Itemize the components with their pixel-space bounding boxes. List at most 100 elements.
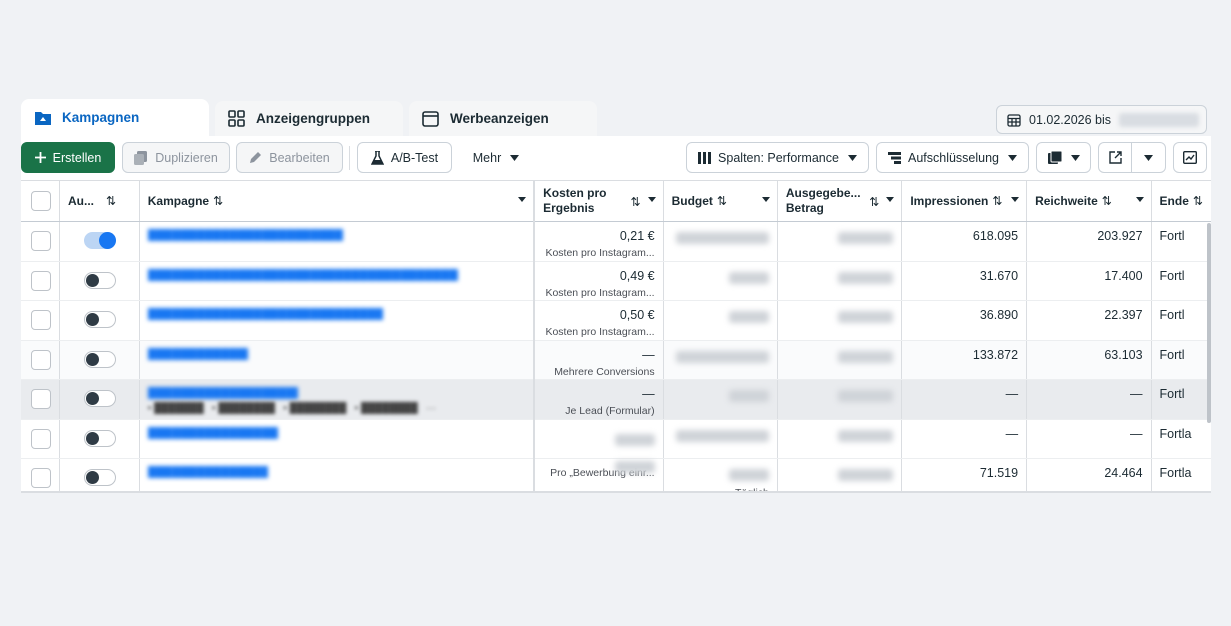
table-row[interactable]: ████████████████████████████████████████… <box>21 221 1211 262</box>
reach-value: 203.927 <box>1026 221 1152 262</box>
campaign-name-redacted[interactable]: ████████████████████████████████████████… <box>148 229 343 241</box>
row-checkbox[interactable] <box>31 270 51 291</box>
header-end[interactable]: Ende ⇅ <box>1151 180 1211 222</box>
header-budget[interactable]: Budget ⇅ <box>663 180 778 222</box>
sort-icon[interactable]: ⇅ <box>631 195 641 210</box>
columns-dropdown[interactable]: Spalten: Performance <box>686 142 869 173</box>
row-checkbox[interactable] <box>31 231 51 251</box>
vertical-scrollbar[interactable] <box>1207 223 1211 423</box>
table-row[interactable]: ████████████████████████████████████████… <box>21 300 1211 341</box>
spent-redacted <box>838 390 894 402</box>
tab-kampagnen[interactable]: Kampagnen <box>21 99 209 136</box>
end-value: Fortl <box>1151 340 1211 380</box>
sort-icon[interactable]: ⇅ <box>1193 194 1203 208</box>
reports-dropdown[interactable] <box>1036 142 1091 173</box>
ab-test-button[interactable]: A/B-Test <box>357 142 452 173</box>
campaign-name-redacted[interactable]: ████████████████████████████████████████… <box>148 348 248 360</box>
folder-icon <box>33 108 52 127</box>
header-cost-per-result[interactable]: Kosten pro Ergebnis ⇅ <box>533 180 664 222</box>
row-budget-cell <box>663 261 778 301</box>
header-reach[interactable]: Reichweite ⇅ <box>1026 180 1152 222</box>
export-button[interactable] <box>1098 142 1132 173</box>
end-value: Fortla <box>1151 419 1211 459</box>
sort-icon[interactable]: ⇅ <box>869 195 879 210</box>
row-checkbox[interactable] <box>31 389 51 409</box>
charts-button[interactable] <box>1173 142 1207 173</box>
column-menu-icon[interactable] <box>761 197 770 202</box>
campaign-name-redacted[interactable]: ████████████████████████████████████████… <box>148 427 278 439</box>
end-value: Fortl <box>1151 379 1211 420</box>
impressions-value: 31.670 <box>901 261 1028 301</box>
columns-icon <box>698 151 712 164</box>
export-dropdown[interactable] <box>1131 142 1166 173</box>
row-select-cell <box>21 261 60 301</box>
campaign-status-toggle[interactable] <box>84 350 116 368</box>
tab-anzeigengruppen[interactable]: Anzeigengruppen <box>215 101 403 136</box>
pencil-icon <box>249 151 262 164</box>
column-menu-icon[interactable] <box>1011 197 1020 202</box>
more-dropdown[interactable]: Mehr <box>461 142 531 173</box>
sort-icon[interactable]: ⇅ <box>717 194 727 208</box>
budget-redacted <box>728 469 769 481</box>
sort-icon[interactable]: ⇅ <box>992 194 1002 208</box>
redacted-value <box>614 461 655 473</box>
row-checkbox[interactable] <box>31 468 51 488</box>
date-range-label: 01.02.2026 bis <box>1029 112 1112 127</box>
caret-down-icon <box>510 154 520 161</box>
create-button[interactable]: Erstellen <box>21 142 115 173</box>
column-menu-icon[interactable] <box>1135 197 1144 202</box>
date-range-end-redacted <box>1119 112 1200 127</box>
row-checkbox[interactable] <box>31 428 51 449</box>
column-menu-icon[interactable] <box>886 197 895 202</box>
campaign-name-redacted[interactable]: ████████████████████████████████████████… <box>148 466 268 478</box>
tab-werbeanzeigen[interactable]: Werbeanzeigen <box>409 101 597 136</box>
table-row[interactable]: ████████████████████████████████████████… <box>21 261 1211 301</box>
duplicate-button[interactable]: Duplizieren <box>122 142 230 173</box>
table-row[interactable]: ████████████████████████████████████████… <box>21 458 1211 492</box>
cost-per-result-value: 0,21 € <box>619 229 655 243</box>
toolbar: Erstellen Duplizieren Bearbeiten A/B-Tes… <box>21 136 1211 180</box>
calendar-icon <box>1007 113 1021 127</box>
sort-icon[interactable]: ⇅ <box>106 194 116 208</box>
edit-button[interactable]: Bearbeiten <box>236 142 343 173</box>
row-checkbox[interactable] <box>31 349 51 370</box>
campaign-status-toggle[interactable] <box>84 390 116 407</box>
table-row[interactable]: ████████████████████████████████████████… <box>21 379 1211 420</box>
end-value: Fortl <box>1151 221 1211 262</box>
table-row[interactable]: ████████████████████████████████████████… <box>21 340 1211 380</box>
row-campaign-cell: ████████████████████████████████████████… <box>139 419 535 459</box>
header-spent[interactable]: Ausgegebe... Betrag ⇅ <box>777 180 903 222</box>
campaign-status-toggle[interactable] <box>84 271 116 289</box>
toolbar-divider <box>349 146 350 170</box>
chart-icon <box>1183 151 1197 164</box>
header-impressions[interactable]: Impressionen ⇅ <box>901 180 1028 222</box>
column-menu-icon[interactable] <box>647 197 656 202</box>
budget-redacted <box>728 390 769 402</box>
sort-icon[interactable]: ⇅ <box>1102 194 1112 208</box>
row-actions-redacted: ▪ ███████ ▪ ████████ ▪ ████████ ▪ ██████… <box>147 403 437 414</box>
campaign-status-toggle[interactable] <box>84 232 116 249</box>
row-select-cell <box>21 221 60 262</box>
campaign-status-toggle[interactable] <box>84 311 116 328</box>
sort-icon[interactable]: ⇅ <box>213 194 223 208</box>
header-select-all[interactable] <box>21 180 60 222</box>
table-row[interactable]: ████████████████████████████████████████… <box>21 419 1211 459</box>
row-cost-cell: 0,21 € Kosten pro Instagram... <box>533 221 664 262</box>
campaign-name-redacted[interactable]: ████████████████████████████████████████… <box>148 387 298 399</box>
header-status[interactable]: Au... ⇅ <box>59 180 140 222</box>
campaign-status-toggle[interactable] <box>84 469 116 486</box>
campaign-name-redacted[interactable]: ████████████████████████████████████████… <box>148 269 458 281</box>
column-menu-icon[interactable] <box>518 197 527 202</box>
campaign-status-toggle[interactable] <box>84 429 116 447</box>
caret-down-icon <box>1144 154 1153 161</box>
date-range-picker[interactable]: 01.02.2026 bis <box>996 105 1207 134</box>
select-all-checkbox[interactable] <box>31 191 51 211</box>
header-campaign[interactable]: Kampagne ⇅ <box>139 180 535 222</box>
breakdown-dropdown[interactable]: Aufschlüsselung <box>876 142 1029 173</box>
campaign-name-redacted[interactable]: ████████████████████████████████████████… <box>148 308 383 320</box>
spent-redacted <box>838 429 894 442</box>
row-campaign-cell: ████████████████████████████████████████… <box>139 340 535 380</box>
row-status-cell <box>59 379 140 420</box>
row-checkbox[interactable] <box>31 310 51 330</box>
budget-redacted <box>728 271 769 284</box>
